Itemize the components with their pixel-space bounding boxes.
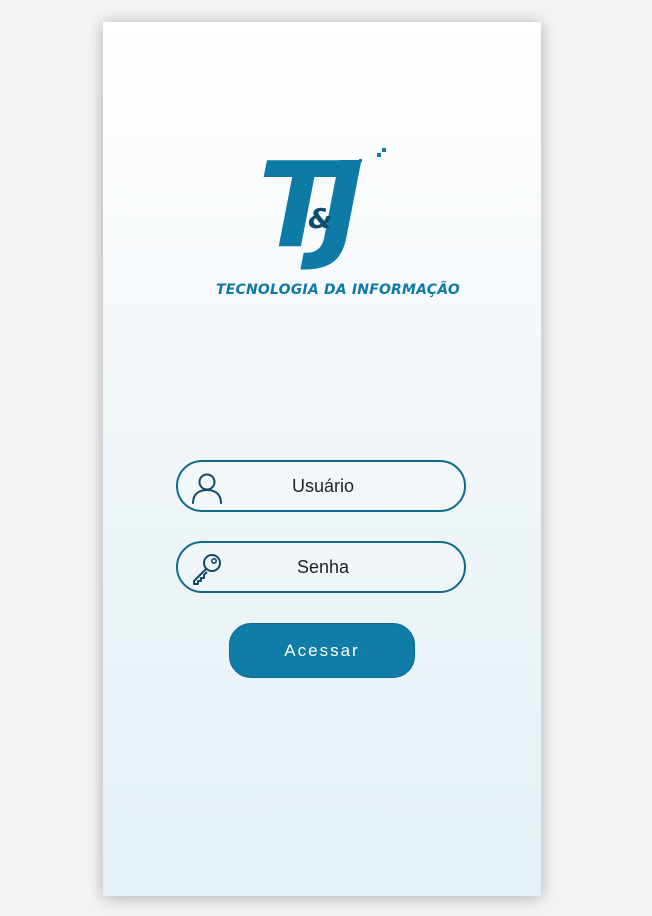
- password-field[interactable]: [176, 541, 466, 593]
- user-icon: [192, 473, 222, 504]
- login-button[interactable]: Acessar: [229, 623, 415, 678]
- tj-logo-mark: T J &: [258, 146, 386, 270]
- app-screen: T J & TECNOLOGIA DA INFORMAÇÃO Acessar: [103, 22, 541, 896]
- brand-logo: T J & TECNOLOGIA DA INFORMAÇÃO: [216, 146, 460, 306]
- logo-dot: [359, 159, 362, 162]
- logo-dot: [382, 148, 386, 152]
- logo-ampersand: &: [308, 202, 332, 235]
- password-input[interactable]: [228, 543, 418, 591]
- key-icon: [193, 554, 221, 585]
- username-field[interactable]: [176, 460, 466, 512]
- username-input[interactable]: [228, 462, 418, 510]
- logo-subtitle: TECNOLOGIA DA INFORMAÇÃO: [216, 282, 460, 298]
- logo-dot: [377, 153, 381, 157]
